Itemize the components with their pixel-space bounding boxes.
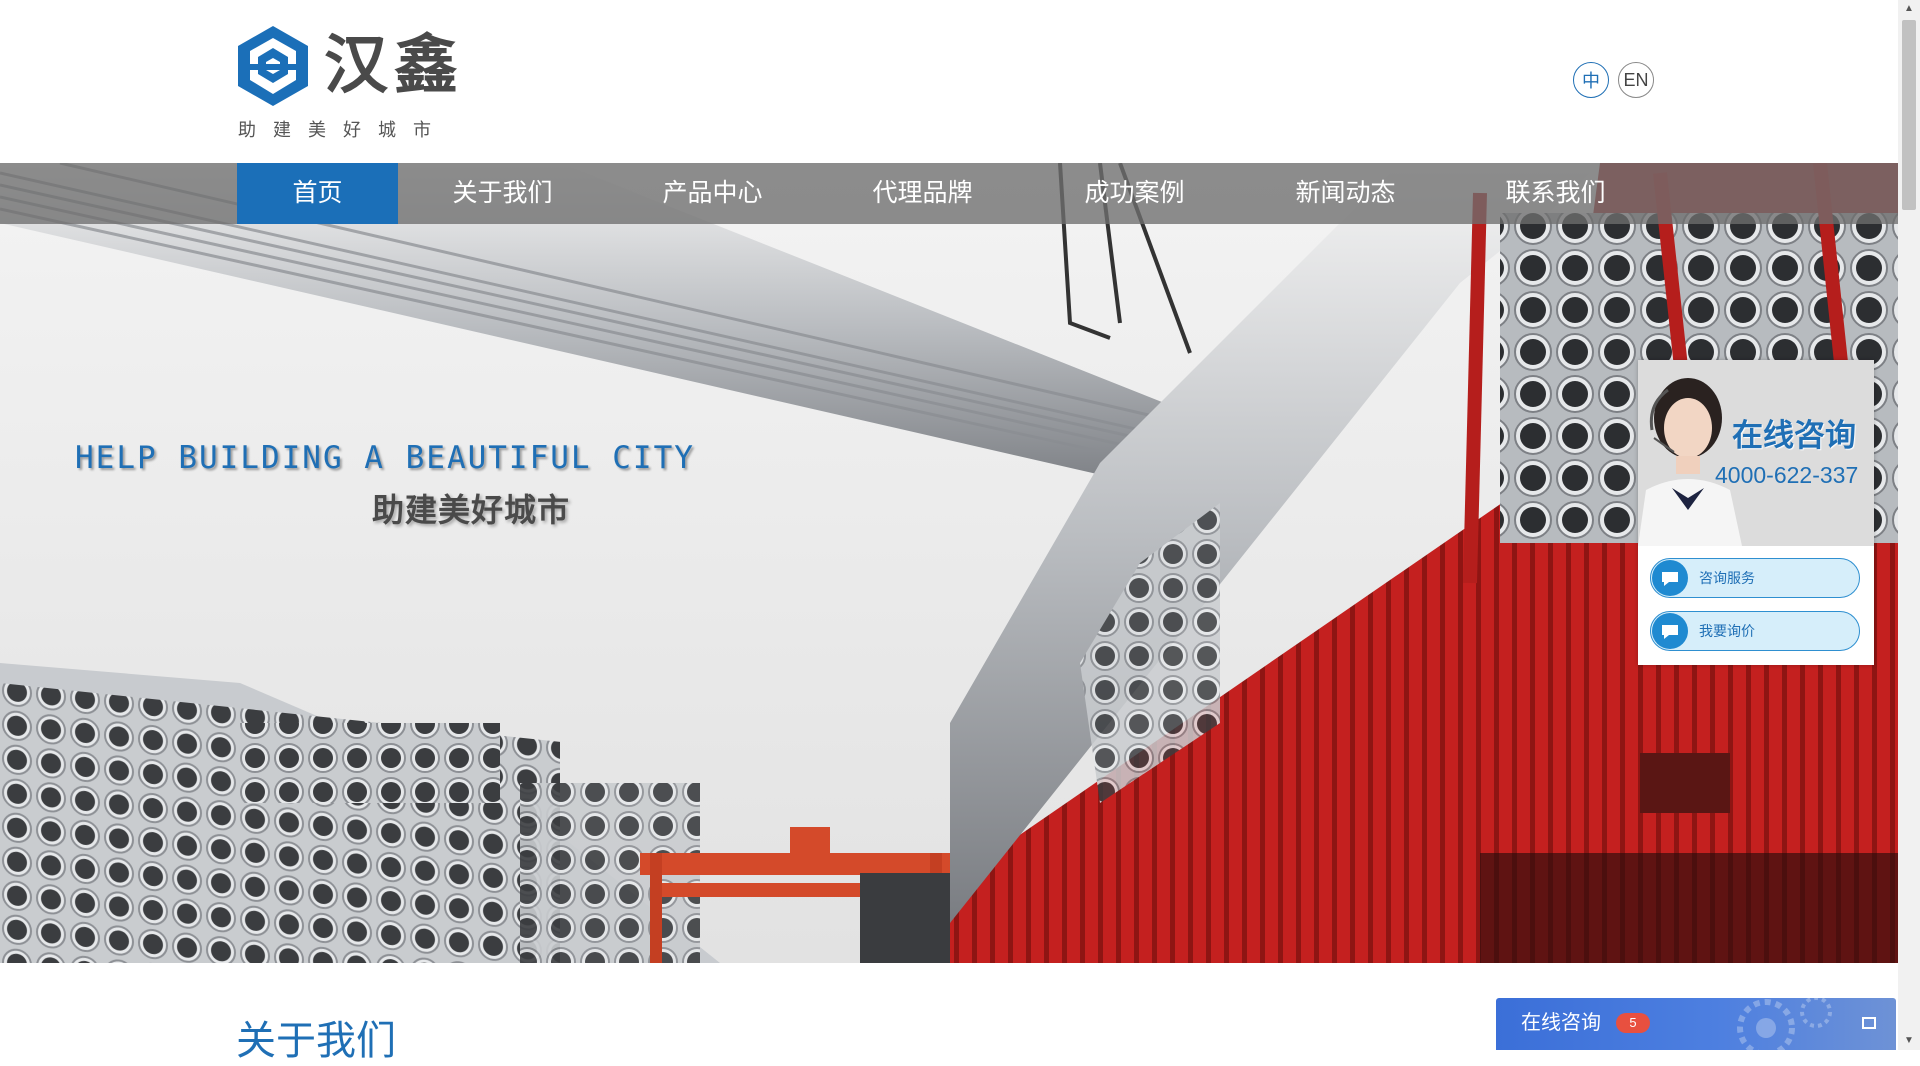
gear-decoration-icon	[1737, 998, 1832, 1050]
page-scrollbar[interactable]: ▲ ▼	[1898, 0, 1920, 1050]
brand-name: 汉鑫	[324, 29, 464, 103]
scroll-thumb[interactable]	[1902, 20, 1916, 210]
price-inquiry-label: 我要询价	[1699, 623, 1755, 639]
hero-image	[0, 163, 1898, 963]
consult-service-button[interactable]: 咨询服务	[1650, 558, 1860, 598]
lang-en-button[interactable]: EN	[1618, 62, 1654, 98]
scroll-up-arrow-icon[interactable]: ▲	[1898, 0, 1920, 18]
consult-header[interactable]: 在线咨询 4000-622-337	[1638, 360, 1874, 546]
nav-item-cases[interactable]: 成功案例	[1062, 163, 1207, 224]
hero-tagline-en: HELP BUILDING A BEAUTIFUL CITY	[75, 440, 695, 476]
about-section-title: 关于我们	[236, 1019, 396, 1063]
hero-banner	[0, 163, 1898, 963]
logo-mark-icon	[238, 26, 308, 106]
nav-item-news[interactable]: 新闻动态	[1273, 163, 1418, 224]
chat-bubble-icon	[1652, 560, 1688, 596]
scroll-down-arrow-icon[interactable]: ▼	[1898, 1032, 1920, 1050]
lang-zh-button[interactable]: 中	[1573, 62, 1609, 98]
nav-item-contact[interactable]: 联系我们	[1483, 163, 1628, 224]
chat-label: 在线咨询	[1521, 1012, 1601, 1034]
consult-phone: 4000-622-337	[1715, 462, 1859, 488]
hero-tagline-cn: 助建美好城市	[372, 492, 571, 528]
logo[interactable]: 汉鑫 助建美好城市	[236, 24, 466, 142]
nav-item-home[interactable]: 首页	[237, 163, 398, 224]
unread-badge: 5	[1616, 1013, 1650, 1033]
online-chat-bar[interactable]: 在线咨询 5	[1496, 998, 1896, 1050]
consult-service-label: 咨询服务	[1699, 570, 1755, 586]
nav-item-brands[interactable]: 代理品牌	[850, 163, 995, 224]
brand-slogan: 助建美好城市	[238, 120, 448, 140]
chat-bubble-icon	[1652, 613, 1688, 649]
nav-item-about[interactable]: 关于我们	[430, 163, 575, 224]
maximize-icon[interactable]	[1862, 1017, 1876, 1029]
nav-item-products[interactable]: 产品中心	[640, 163, 785, 224]
site-header: 汉鑫 助建美好城市 中 EN	[0, 0, 1898, 163]
main-nav: 首页 关于我们 产品中心 代理品牌 成功案例 新闻动态 联系我们	[0, 163, 1898, 224]
price-inquiry-button[interactable]: 我要询价	[1650, 611, 1860, 651]
consult-title: 在线咨询	[1732, 418, 1856, 453]
consult-widget: 在线咨询 4000-622-337 咨询服务 我要询价	[1638, 360, 1874, 665]
